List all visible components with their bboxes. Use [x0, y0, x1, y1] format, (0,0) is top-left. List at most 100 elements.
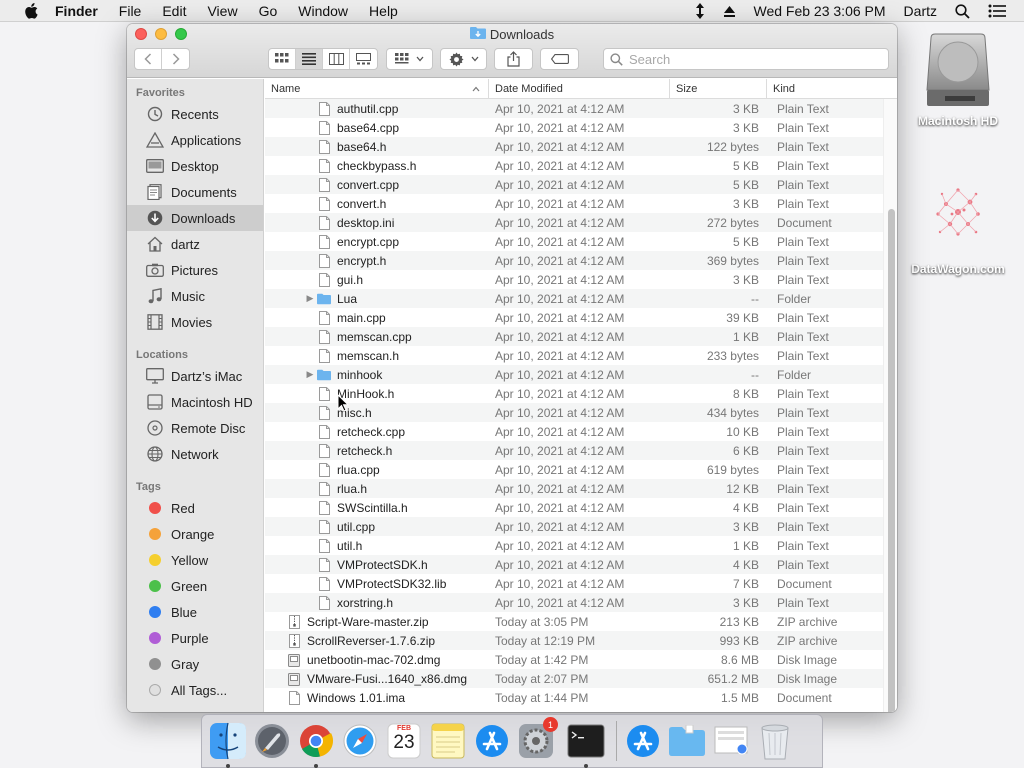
sidebar-item-documents[interactable]: Documents — [127, 179, 263, 205]
vertical-scrollbar[interactable] — [883, 99, 897, 712]
scrollbar-thumb[interactable] — [888, 209, 895, 712]
title-bar[interactable]: Downloads — [127, 24, 897, 78]
file-row[interactable]: MinHook.h Apr 10, 2021 at 4:12 AM 8 KB Plai… — [265, 384, 897, 403]
sidebar-item-all-tags[interactable]: All Tags... — [127, 677, 263, 703]
sidebar-item-downloads[interactable]: Downloads — [127, 205, 263, 231]
menu-go[interactable]: Go — [259, 3, 278, 19]
sidebar-item-tag-orange[interactable]: Orange — [127, 521, 263, 547]
dock-safari[interactable] — [340, 721, 380, 761]
sidebar-item-dartz[interactable]: dartz — [127, 231, 263, 257]
sidebar-item-music[interactable]: Music — [127, 283, 263, 309]
file-row[interactable]: xorstring.h Apr 10, 2021 at 4:12 AM 3 KB Pl… — [265, 593, 897, 612]
file-row[interactable]: retcheck.cpp Apr 10, 2021 at 4:12 AM 10 KB… — [265, 422, 897, 441]
sidebar-item-tag-green[interactable]: Green — [127, 573, 263, 599]
file-row[interactable]: util.cpp Apr 10, 2021 at 4:12 AM 3 KB Plain… — [265, 517, 897, 536]
file-row[interactable]: memscan.h Apr 10, 2021 at 4:12 AM 233 byte… — [265, 346, 897, 365]
dock-system-preferences[interactable]: 1 — [516, 717, 558, 761]
file-row[interactable]: ScrollReverser-1.7.6.zip Today at 12:19 P… — [265, 631, 897, 650]
dock-chrome[interactable] — [296, 721, 336, 768]
desktop-datawagon[interactable]: DataWagon.com — [902, 174, 1014, 276]
file-row[interactable]: encrypt.cpp Apr 10, 2021 at 4:12 AM 5 KB Pl… — [265, 232, 897, 251]
file-row[interactable]: authutil.cpp Apr 10, 2021 at 4:12 AM 3 KB P… — [265, 99, 897, 118]
file-row[interactable]: base64.h Apr 10, 2021 at 4:12 AM 122 bytes… — [265, 137, 897, 156]
file-row[interactable]: Windows 1.01.ima Today at 1:44 PM 1.5 MB Do… — [265, 688, 897, 707]
disclosure-triangle-icon[interactable]: ▶ — [303, 293, 317, 304]
column-header-name[interactable]: Name — [265, 78, 489, 99]
column-view-button[interactable] — [323, 49, 350, 69]
file-row[interactable]: gui.h Apr 10, 2021 at 4:12 AM 3 KB Plain Te… — [265, 270, 897, 289]
file-row[interactable]: rlua.h Apr 10, 2021 at 4:12 AM 12 KB Plain … — [265, 479, 897, 498]
forward-button[interactable] — [162, 49, 189, 69]
file-row[interactable]: VMProtectSDK.h Apr 10, 2021 at 4:12 AM 4 K… — [265, 555, 897, 574]
sidebar-item-applications[interactable]: Applications — [127, 127, 263, 153]
sidebar-item-movies[interactable]: Movies — [127, 309, 263, 335]
menu-user[interactable]: Dartz — [904, 3, 937, 19]
file-row[interactable]: base64.cpp Apr 10, 2021 at 4:12 AM 3 KB Pla… — [265, 118, 897, 137]
desktop-macintosh-hd[interactable]: Macintosh HD — [912, 32, 1004, 128]
file-row[interactable]: SWScintilla.h Apr 10, 2021 at 4:12 AM 4 KB… — [265, 498, 897, 517]
search-input[interactable] — [629, 51, 869, 67]
menu-window[interactable]: Window — [298, 3, 348, 19]
sidebar-item-recents[interactable]: Recents — [127, 101, 263, 127]
dock-downloads-folder[interactable] — [667, 721, 707, 761]
dock-launchpad[interactable] — [252, 721, 292, 761]
eject-icon[interactable] — [723, 5, 736, 18]
file-row[interactable]: encrypt.h Apr 10, 2021 at 4:12 AM 369 byte… — [265, 251, 897, 270]
icon-view-button[interactable] — [269, 49, 296, 69]
sidebar-item-macintosh-hd[interactable]: Macintosh HD — [127, 389, 263, 415]
file-row[interactable]: main.cpp Apr 10, 2021 at 4:12 AM 39 KB Plai… — [265, 308, 897, 327]
column-header-size[interactable]: Size — [670, 78, 767, 99]
file-row[interactable]: ▶ minhook Apr 10, 2021 at 4:12 AM -- Folder — [265, 365, 897, 384]
sidebar-item-desktop[interactable]: Desktop — [127, 153, 263, 179]
dock-applications-folder[interactable] — [623, 721, 663, 761]
file-row[interactable]: desktop.ini Apr 10, 2021 at 4:12 AM 272 by… — [265, 213, 897, 232]
file-row[interactable]: misc.h Apr 10, 2021 at 4:12 AM 434 bytes Pl… — [265, 403, 897, 422]
file-row[interactable]: memscan.cpp Apr 10, 2021 at 4:12 AM 1 KB Pl… — [265, 327, 897, 346]
share-button[interactable] — [494, 48, 533, 70]
sidebar-item-tag-blue[interactable]: Blue — [127, 599, 263, 625]
gallery-view-button[interactable] — [350, 49, 377, 69]
spotlight-search-icon[interactable] — [955, 3, 970, 19]
dock-app-store[interactable] — [472, 721, 512, 761]
sidebar-item-imac[interactable]: Dartz’s iMac — [127, 363, 263, 389]
dock-finder[interactable] — [208, 721, 248, 768]
file-row[interactable]: VMware-Fusi...1640_x86.dmg Today at 2:07 … — [265, 669, 897, 688]
sidebar-item-tag-purple[interactable]: Purple — [127, 625, 263, 651]
dock-notes[interactable] — [428, 721, 468, 761]
sidebar-item-tag-yellow[interactable]: Yellow — [127, 547, 263, 573]
back-button[interactable] — [135, 49, 162, 69]
sidebar-item-tag-red[interactable]: Red — [127, 495, 263, 521]
scroll-reverser-icon[interactable] — [695, 3, 705, 19]
menu-file[interactable]: File — [119, 3, 142, 19]
disclosure-triangle-icon[interactable]: ▶ — [303, 369, 317, 380]
column-header-kind[interactable]: Kind — [767, 79, 877, 99]
notification-center-icon[interactable] — [988, 4, 1006, 18]
sidebar-item-network[interactable]: Network — [127, 441, 263, 467]
file-row[interactable]: convert.h Apr 10, 2021 at 4:12 AM 3 KB Plai… — [265, 194, 897, 213]
sidebar-item-tag-gray[interactable]: Gray — [127, 651, 263, 677]
apple-menu-icon[interactable] — [21, 2, 41, 19]
menu-help[interactable]: Help — [369, 3, 398, 19]
dock-screenshot-stack[interactable] — [711, 721, 751, 761]
menu-view[interactable]: View — [207, 3, 237, 19]
file-row[interactable]: retcheck.h Apr 10, 2021 at 4:12 AM 6 KB Pla… — [265, 441, 897, 460]
dock-calendar[interactable]: FEB 23 — [384, 721, 424, 761]
file-row[interactable]: checkbypass.h Apr 10, 2021 at 4:12 AM 5 KB… — [265, 156, 897, 175]
file-row[interactable]: ▶ Lua Apr 10, 2021 at 4:12 AM -- Folder — [265, 289, 897, 308]
file-row[interactable]: util.h Apr 10, 2021 at 4:12 AM 1 KB Plain T… — [265, 536, 897, 555]
file-row[interactable]: rlua.cpp Apr 10, 2021 at 4:12 AM 619 bytes… — [265, 460, 897, 479]
file-row[interactable]: convert.cpp Apr 10, 2021 at 4:12 AM 5 KB Pl… — [265, 175, 897, 194]
sidebar-item-pictures[interactable]: Pictures — [127, 257, 263, 283]
list-view-button[interactable] — [296, 49, 323, 69]
menu-edit[interactable]: Edit — [162, 3, 186, 19]
sidebar-item-remote-disc[interactable]: Remote Disc — [127, 415, 263, 441]
file-row[interactable]: VMProtectSDK32.lib Apr 10, 2021 at 4:12 A… — [265, 574, 897, 593]
menu-clock[interactable]: Wed Feb 23 3:06 PM — [754, 3, 886, 19]
group-by-button[interactable] — [386, 48, 433, 70]
file-row[interactable]: unetbootin-mac-702.dmg Today at 1:42 PM 8.… — [265, 650, 897, 669]
search-field[interactable] — [603, 48, 889, 70]
menu-app-name[interactable]: Finder — [55, 3, 98, 19]
dock-trash[interactable] — [755, 721, 795, 761]
edit-tags-button[interactable] — [540, 48, 579, 70]
action-button[interactable] — [440, 48, 487, 70]
